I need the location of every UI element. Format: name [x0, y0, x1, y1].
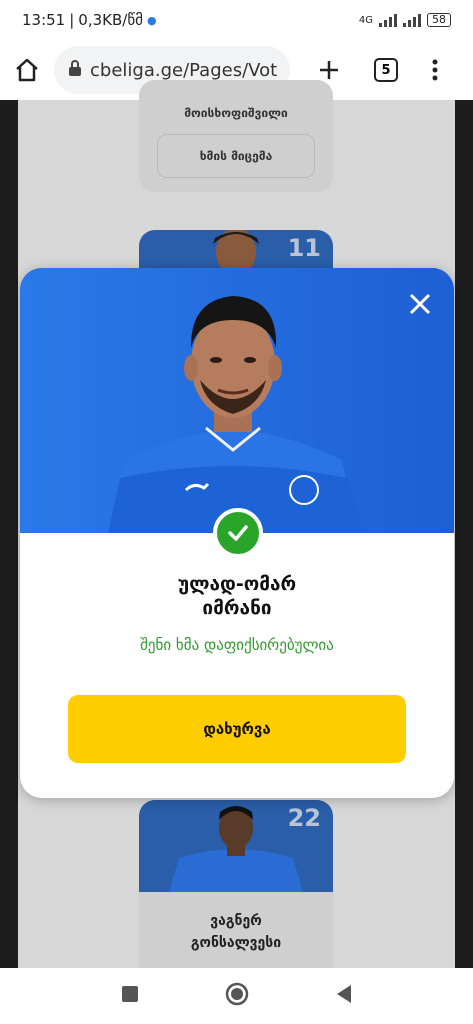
vote-confirmation-modal: ულად-ომარ იმრანი შენი ხმა დაფიქსირებულია… [20, 268, 454, 798]
vote-button[interactable]: ხმის მიცემა [157, 134, 315, 178]
home-icon[interactable] [14, 57, 40, 83]
player-name-line2: გონსალვესი [190, 935, 282, 951]
player-figure [20, 268, 454, 533]
network-label: 4G [358, 14, 373, 26]
status-data-speed: 0,3KB/წმ [78, 11, 143, 29]
status-bar: 13:51 | 0,3KB/წმ ● 4G 58 [0, 0, 473, 40]
player-photo: 22 [139, 800, 333, 892]
player-photo [20, 268, 454, 533]
back-icon[interactable] [335, 984, 353, 1008]
close-icon[interactable] [406, 290, 434, 318]
recent-apps-icon[interactable] [121, 985, 139, 1007]
url-text: cbeliga.ge/Pages/Vot [90, 59, 278, 81]
battery-icon: 58 [427, 13, 451, 27]
player-name-line1: ვაგნერ [210, 913, 262, 929]
player-name-line1: ულად-ომარ [177, 573, 297, 595]
signal-icon [379, 13, 397, 27]
message-icon: ● [146, 13, 157, 27]
vote-confirmation-text: შენი ხმა დაფიქსირებულია [140, 636, 334, 654]
system-nav-bar [0, 968, 473, 1024]
player-number: 11 [287, 234, 321, 262]
signal-icon-2 [403, 13, 421, 27]
menu-icon[interactable] [432, 59, 438, 81]
home-button-icon[interactable] [225, 982, 249, 1010]
player-card: მოისხოფიშვილი ხმის მიცემა [139, 80, 333, 192]
player-card-name: მოისხოფიშვილი [184, 106, 288, 120]
tab-switcher-button[interactable]: 5 [374, 58, 398, 82]
close-button[interactable]: დახურვა [68, 695, 406, 763]
player-number: 22 [287, 804, 321, 832]
status-time: 13:51 [22, 11, 66, 29]
check-icon [213, 508, 263, 558]
player-name: ულად-ომარ იმრანი [20, 572, 454, 620]
new-tab-icon[interactable] [318, 59, 340, 81]
player-name-line2: იმრანი [202, 597, 272, 619]
lock-icon [68, 59, 82, 81]
player-card: 22 ვაგნერ გონსალვესი [139, 800, 333, 980]
